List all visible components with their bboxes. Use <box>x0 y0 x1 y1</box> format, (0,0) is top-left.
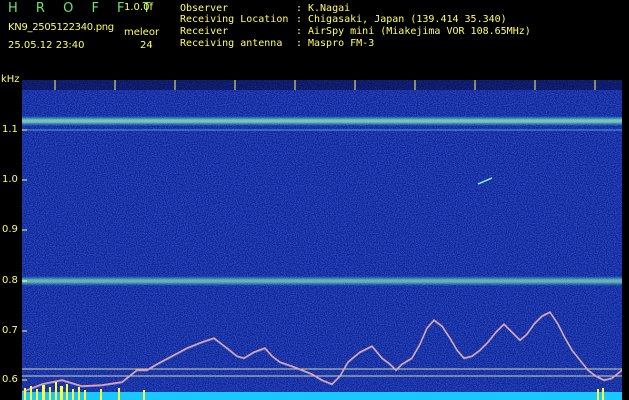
info-value-receiver: AirSpy mini (Miakejima VOR 108.65MHz) <box>308 26 531 37</box>
carrier-line-lower <box>22 276 622 286</box>
info-value-antenna: Maspro FM-3 <box>308 38 375 49</box>
y-tick-label: 1.1 <box>2 124 18 135</box>
filename-label: KN9_2505122340.png <box>8 22 114 33</box>
spectrogram-noise <box>22 80 622 400</box>
info-value-observer: K.Nagai <box>308 3 351 14</box>
carrier-line-upper <box>22 116 622 126</box>
y-tick-label: 0.9 <box>2 224 18 235</box>
y-tick-label: 1.0 <box>2 174 18 185</box>
y-tick-label: 0.8 <box>2 275 18 286</box>
info-colon: : <box>296 14 303 25</box>
mode-label: meleor <box>124 27 160 38</box>
info-key-antenna: Receiving antenna <box>180 38 283 49</box>
count-label: 24 <box>140 40 153 51</box>
header-panel: H R O F F T 1.0.0f KN9_2505122340.png me… <box>0 0 629 72</box>
info-value-location: Chigasaki, Japan (139.414 35.340) <box>308 14 507 25</box>
y-axis-unit: kHz <box>1 74 20 85</box>
top-dark-strip <box>22 80 622 90</box>
y-tick-label: 0.6 <box>2 374 18 385</box>
info-colon: : <box>296 26 303 37</box>
info-colon: : <box>296 38 303 49</box>
version-label: 1.0.0f <box>124 2 153 13</box>
info-key-observer: Observer <box>180 3 229 14</box>
info-colon: : <box>296 3 303 14</box>
info-key-location: Receiving Location <box>180 14 289 25</box>
info-key-receiver: Receiver <box>180 26 229 37</box>
spectrogram <box>22 80 622 400</box>
y-tick-label: 0.7 <box>2 325 18 336</box>
power-baseline <box>22 392 622 400</box>
datetime-label: 25.05.12 23:40 <box>8 40 85 51</box>
